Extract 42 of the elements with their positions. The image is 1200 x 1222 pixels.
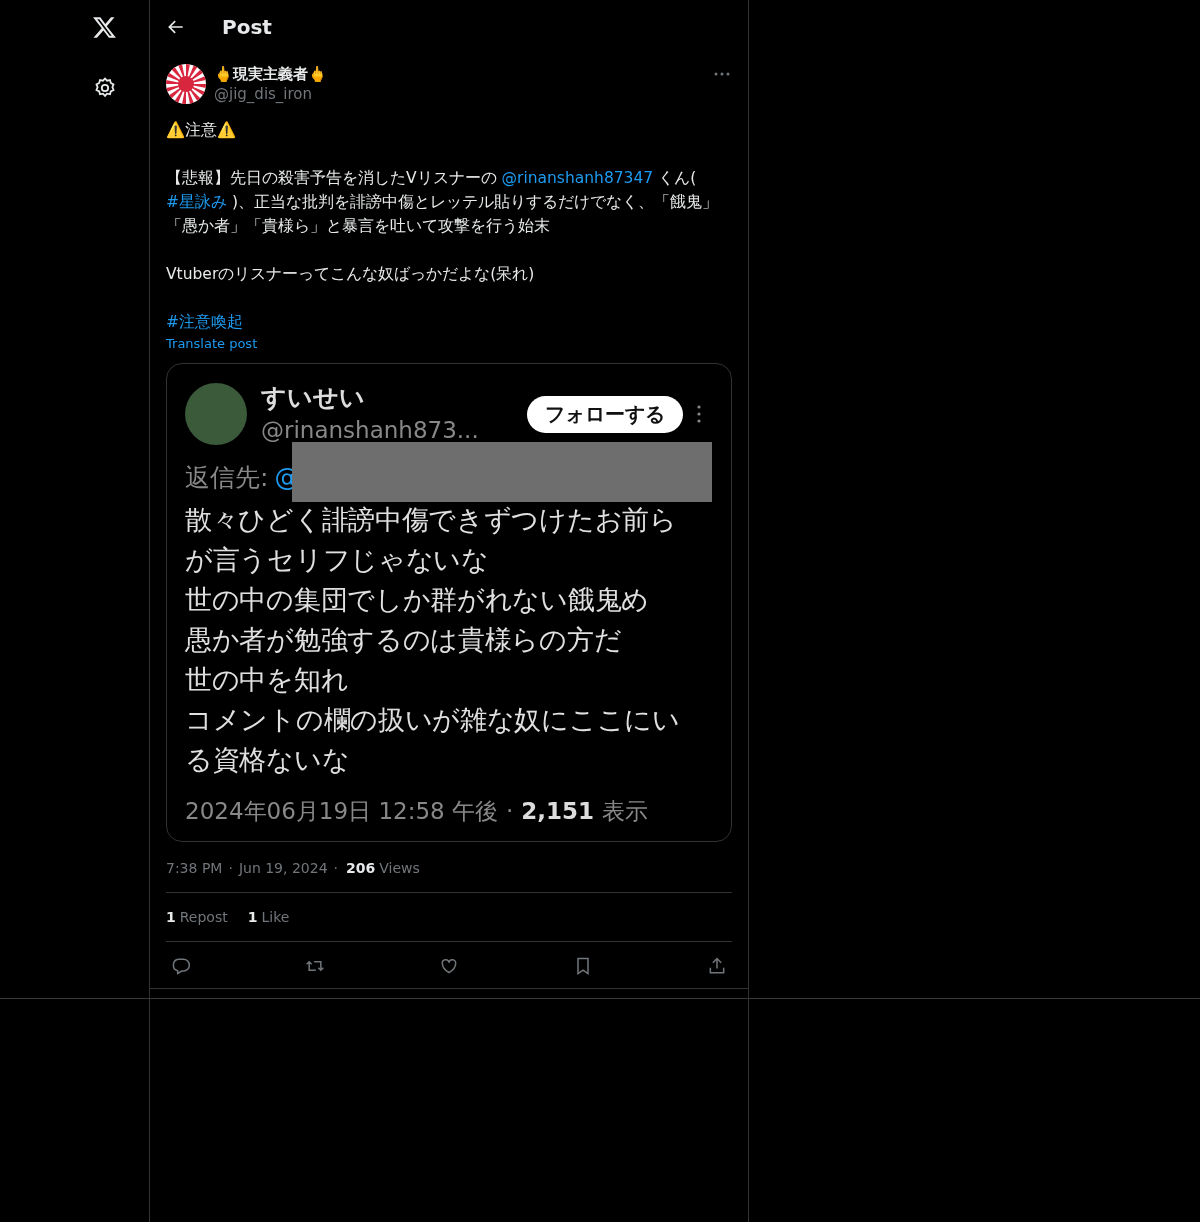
reply-text: る資格ないな	[185, 743, 351, 777]
avatar[interactable]	[166, 64, 206, 104]
mention-link[interactable]: @rinanshanh87347	[501, 169, 654, 187]
stat-count[interactable]: 1	[166, 909, 176, 925]
reply-text: コメントの欄の扱いが雑な奴にここにい	[185, 703, 681, 737]
hashtag-link[interactable]: #星詠み	[166, 193, 227, 211]
page-title: Post	[222, 15, 272, 39]
user-handle: @rinanshanh873...	[261, 416, 480, 445]
reply-text: 世の中を知れ	[185, 663, 350, 697]
reply-icon[interactable]	[171, 956, 191, 976]
follow-button: フォローする	[527, 395, 683, 433]
more-button[interactable]	[714, 72, 730, 76]
more-icon	[697, 405, 701, 423]
post-text: 【悲報】先日の殺害予告を消したVリスナーの @rinanshanh87347 くん( #星詠み )、正当な批判を誹謗中傷とレッテル貼りするだけでなく、「餓鬼」「愚か者」「貴様ら」と暴言を吐いて攻撃を行う始末	[166, 168, 719, 237]
post-date: 2024年06月19日 12:58 午後	[185, 797, 498, 826]
stat-count[interactable]: 1	[247, 909, 258, 925]
reply-text: 散々ひどく誹謗中傷できずつけたお前ら	[185, 503, 678, 537]
translate-link[interactable]: Translate post	[166, 336, 258, 351]
hashtag-link[interactable]: #注意喚起	[166, 313, 243, 331]
reply-text: が言うセリフじゃないな	[185, 543, 490, 577]
separator: ·	[228, 860, 233, 876]
user-name: すいせい	[261, 382, 366, 414]
post-text: ⚠注意⚠	[166, 120, 237, 141]
views-label: Views	[379, 860, 420, 876]
post-date[interactable]: Jun 19, 2024	[238, 860, 328, 876]
separator: ·	[333, 860, 338, 876]
post-text: Vtuberのリスナーってこんな奴ばっかだよな(呆れ)	[166, 264, 536, 285]
reply-label: 返信先:	[185, 461, 269, 494]
reply-text: 世の中の集団でしか群がれない餓鬼め	[185, 583, 650, 617]
stat-label[interactable]: Like	[261, 909, 290, 925]
user-name[interactable]: 🖕現実主義者🖕	[214, 64, 327, 84]
share-icon[interactable]	[707, 956, 727, 976]
view-count: 2,151	[521, 798, 595, 824]
views-label: 表示	[602, 797, 649, 826]
user-handle[interactable]: @jig_dis_iron	[214, 84, 327, 104]
view-count: 206	[346, 860, 376, 876]
separator: ·	[506, 798, 514, 824]
stat-label[interactable]: Repost	[179, 909, 228, 925]
heart-icon[interactable]	[439, 956, 459, 976]
reply-text: 愚か者が勉強するのは貴様らの方だ	[185, 623, 623, 657]
x-logo-icon[interactable]	[91, 15, 118, 40]
post-time[interactable]: 7:38 PM	[166, 860, 223, 876]
